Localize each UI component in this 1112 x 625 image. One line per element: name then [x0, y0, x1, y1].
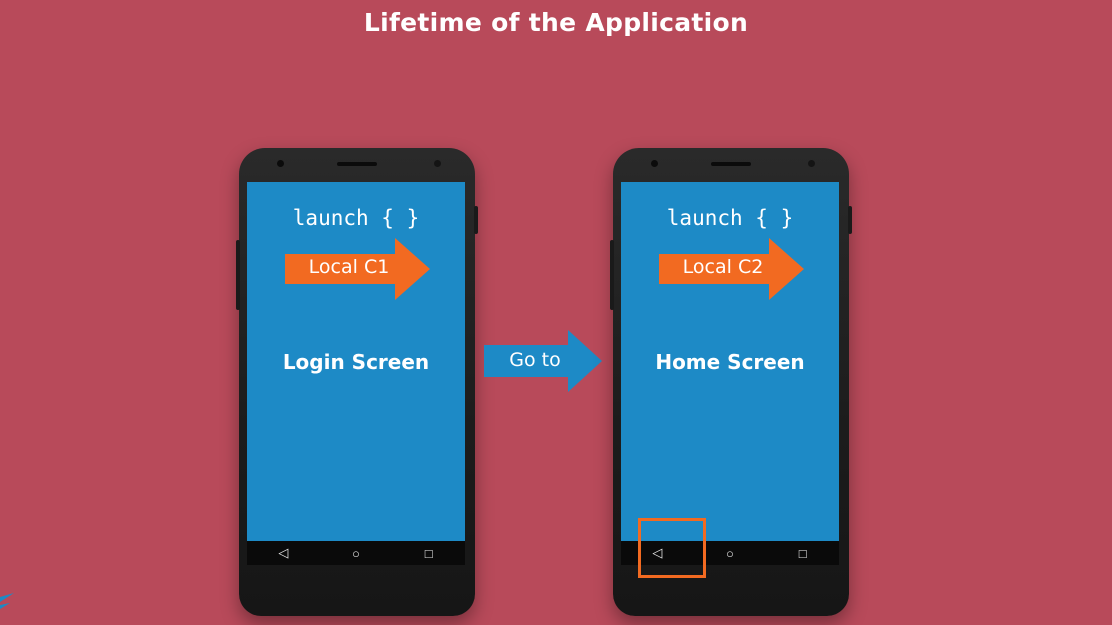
- earpiece-speaker: [711, 162, 751, 166]
- volume-button: [610, 240, 614, 310]
- back-icon[interactable]: ◁: [268, 545, 298, 561]
- home-icon[interactable]: ○: [341, 546, 371, 561]
- sensor: [434, 160, 441, 167]
- nav-bar: ◁ ○ □: [247, 541, 465, 565]
- phone-screen: launch { } Local C1 Login Screen: [247, 182, 465, 541]
- slide-title: Lifetime of the Application: [363, 8, 749, 37]
- goto-label: Go to: [509, 349, 561, 371]
- recents-icon[interactable]: □: [788, 546, 818, 561]
- screen-name: Login Screen: [282, 350, 430, 374]
- coroutine-label: Local C2: [682, 256, 764, 278]
- coroutine-arrow: Local C1: [285, 238, 430, 300]
- logo-fragment-icon: [0, 593, 14, 609]
- back-button-highlight: [638, 518, 706, 578]
- volume-button: [236, 240, 240, 310]
- goto-arrow: Go to: [484, 330, 602, 392]
- power-button: [848, 206, 852, 234]
- power-button: [474, 206, 478, 234]
- screen-name: Home Screen: [655, 350, 805, 374]
- front-camera: [651, 160, 658, 167]
- front-camera: [277, 160, 284, 167]
- phone-login: launch { } Local C1 Login Screen ◁ ○ □: [236, 148, 478, 616]
- coroutine-label: Local C1: [308, 256, 390, 278]
- earpiece-speaker: [337, 162, 377, 166]
- launch-code: launch { }: [666, 206, 794, 230]
- home-icon[interactable]: ○: [715, 546, 745, 561]
- recents-icon[interactable]: □: [414, 546, 444, 561]
- phone-screen: launch { } Local C2 Home Screen: [621, 182, 839, 541]
- sensor: [808, 160, 815, 167]
- coroutine-arrow: Local C2: [659, 238, 804, 300]
- launch-code: launch { }: [292, 206, 420, 230]
